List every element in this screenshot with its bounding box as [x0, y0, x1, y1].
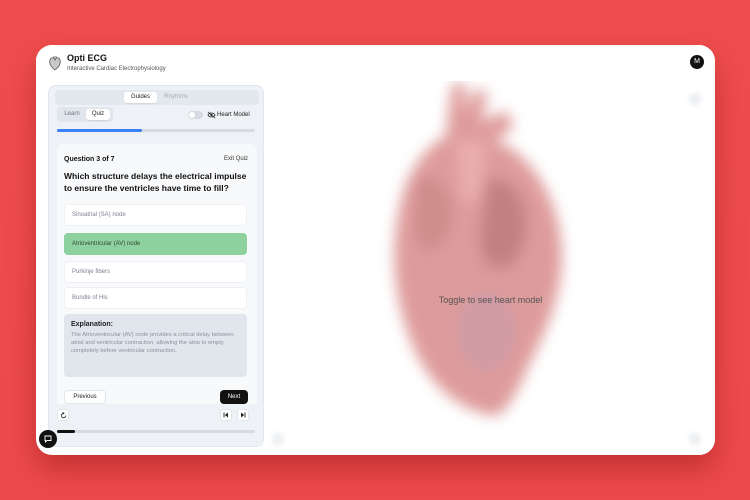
restart-button[interactable] — [57, 409, 69, 421]
viewer-control-ghost — [689, 93, 701, 105]
explanation-box: Explanation: The Atrioventricular (AV) n… — [64, 314, 247, 377]
skip-forward-button[interactable] — [237, 409, 249, 421]
playback-timeline-fill — [57, 430, 75, 433]
heart-model-toggle[interactable] — [188, 111, 203, 119]
section-tabs: Guides Rhythms — [55, 90, 259, 105]
question-text: Which structure delays the electrical im… — [64, 171, 247, 193]
chat-icon — [44, 435, 52, 443]
answer-option-correct[interactable]: Atrioventricular (AV) node — [64, 233, 247, 255]
explanation-title: Explanation: — [71, 321, 114, 328]
heart-model-label: Heart Model — [217, 112, 250, 118]
top-bar: Opti ECG Interactive Cardiac Electrophys… — [36, 45, 715, 81]
quiz-progress-bar — [57, 129, 255, 132]
viewer-control-ghost — [272, 433, 284, 445]
tab-quiz[interactable]: Quiz — [86, 109, 110, 120]
question-counter: Question 3 of 7 — [64, 156, 115, 163]
tab-guides[interactable]: Guides — [124, 92, 157, 103]
app-window: Opti ECG Interactive Cardiac Electrophys… — [36, 45, 715, 455]
guides-panel: Guides Rhythms Learn Quiz Heart Model Qu… — [48, 85, 264, 447]
mode-tabs: Learn Quiz — [57, 107, 113, 122]
eye-off-icon — [207, 111, 216, 119]
playback-controls — [49, 404, 263, 446]
skip-back-icon — [223, 412, 228, 418]
playback-timeline[interactable] — [57, 430, 255, 433]
skip-back-button[interactable] — [220, 409, 232, 421]
tab-rhythms[interactable]: Rhythms — [159, 92, 193, 103]
viewer-message: Toggle to see heart model — [438, 295, 543, 305]
chat-button[interactable] — [39, 430, 57, 448]
answer-option[interactable]: Bundle of His — [64, 287, 247, 309]
quiz-progress-fill — [57, 129, 143, 132]
heart-logo-icon — [49, 56, 61, 71]
blurred-heart-image — [394, 81, 562, 416]
previous-button[interactable]: Previous — [64, 390, 106, 404]
user-avatar[interactable]: M — [690, 55, 704, 69]
heart-model-viewer[interactable]: Toggle to see heart model — [266, 81, 715, 455]
next-button[interactable]: Next — [220, 390, 248, 404]
skip-forward-icon — [241, 412, 246, 418]
exit-quiz-button[interactable]: Exit Quiz — [224, 156, 248, 162]
restart-icon — [60, 412, 66, 419]
answer-option[interactable]: Sinoatrial (SA) node — [64, 204, 247, 226]
answer-option[interactable]: Purkinje fibers — [64, 261, 247, 283]
app-title: Opti ECG — [67, 53, 107, 63]
viewer-control-ghost — [689, 433, 701, 445]
tab-learn[interactable]: Learn — [60, 109, 84, 120]
explanation-text: The Atrioventricular (AV) node provides … — [71, 332, 234, 354]
app-subtitle: Interactive Cardiac Electrophysiology — [67, 66, 166, 72]
quiz-card: Question 3 of 7 Exit Quiz Which structur… — [57, 144, 257, 417]
